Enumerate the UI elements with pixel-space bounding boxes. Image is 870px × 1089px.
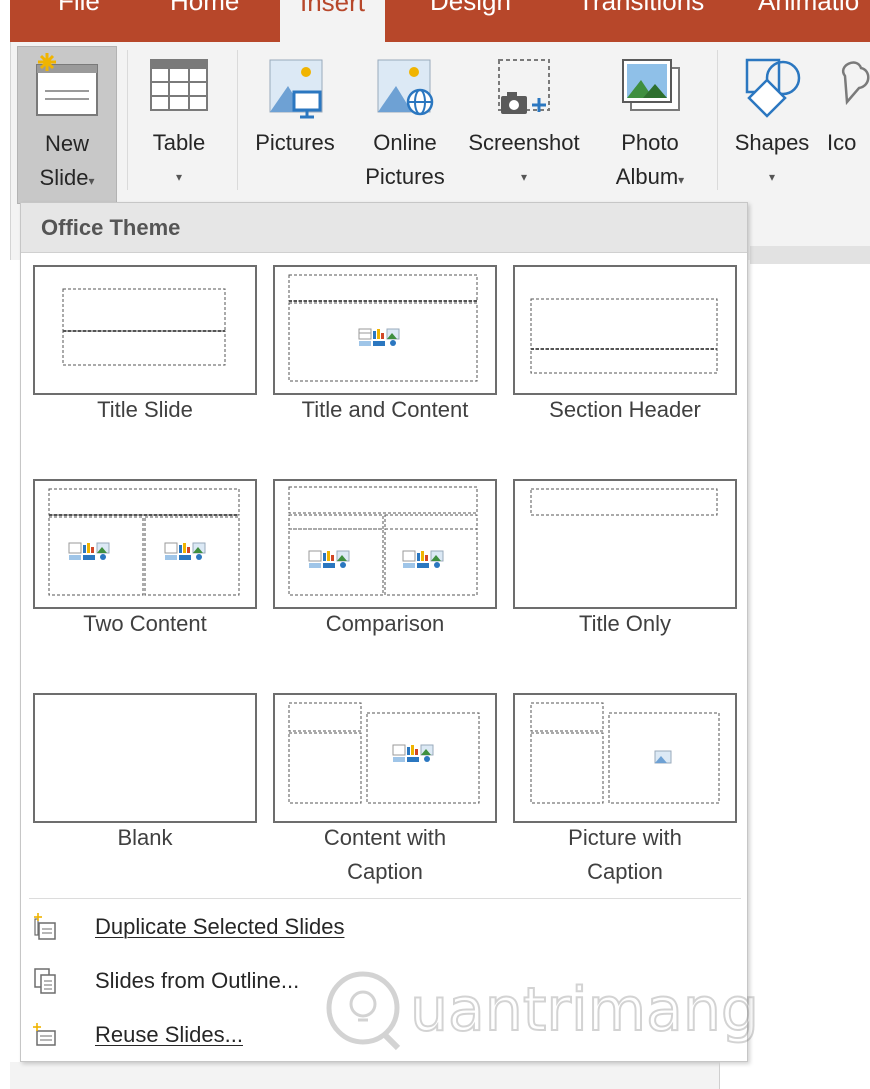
table-label: Table bbox=[152, 130, 206, 155]
tab-file[interactable]: File bbox=[58, 0, 100, 16]
ribbon-separator bbox=[127, 50, 128, 190]
layout-label: Title Only bbox=[578, 611, 672, 636]
two-content-layout-preview bbox=[48, 488, 240, 596]
pictures-button[interactable]: Pictures bbox=[243, 46, 347, 160]
shapes-label: Shapes bbox=[734, 130, 810, 155]
watermark-logo: uantrimang bbox=[326, 971, 760, 1051]
layout-thumbnail bbox=[513, 265, 737, 395]
tab-insert[interactable]: Insert bbox=[280, 0, 386, 42]
document-area-header bbox=[750, 246, 870, 264]
photo-album-label-line1: Photo bbox=[621, 130, 679, 155]
online-pictures-label-line2: Pictures bbox=[365, 164, 445, 189]
screenshot-icon bbox=[498, 59, 550, 114]
icons-label: Ico bbox=[827, 130, 857, 155]
gallery-footer-separator bbox=[29, 898, 741, 899]
tab-design[interactable]: Design bbox=[430, 0, 511, 16]
layout-thumbnail bbox=[273, 693, 497, 823]
layout-label: Two Content bbox=[83, 611, 207, 636]
document-divider bbox=[719, 1062, 720, 1089]
layout-label-line2: Caption bbox=[587, 859, 663, 884]
picture-with-caption-layout-preview bbox=[530, 702, 720, 804]
ribbon-tab-bar: File Home Insert Design Transitions Anim… bbox=[10, 0, 870, 42]
new-slide-label-line2: Slide bbox=[39, 165, 89, 190]
tab-home[interactable]: Home bbox=[170, 0, 239, 16]
shapes-dropdown-arrow: ▾ bbox=[768, 170, 776, 184]
content-with-caption-layout-preview bbox=[288, 702, 480, 804]
watermark-text: uantrimang bbox=[410, 975, 759, 1045]
screenshot-dropdown-arrow: ▾ bbox=[520, 170, 528, 184]
layout-label: Section Header bbox=[549, 397, 701, 422]
gallery-header-title: Office Theme bbox=[41, 215, 181, 240]
gallery-header: Office Theme bbox=[21, 203, 747, 253]
layout-label-line1: Picture with bbox=[568, 825, 682, 850]
photo-album-dropdown-arrow: ▾ bbox=[678, 173, 685, 187]
shapes-icon bbox=[745, 58, 801, 118]
comparison-layout-preview bbox=[288, 486, 478, 596]
new-slide-label-line1: New bbox=[44, 131, 89, 156]
slides-from-outline-icon bbox=[34, 968, 56, 994]
photo-album-button[interactable]: Photo Album▾ bbox=[597, 46, 703, 197]
new-slide-dropdown: Office Theme Title Slide Title and Conte… bbox=[20, 202, 748, 1062]
reuse-slides-label: Reuse Slides... bbox=[95, 1022, 243, 1047]
icons-icon bbox=[841, 61, 870, 106]
pictures-label: Pictures bbox=[255, 130, 335, 155]
table-button[interactable]: Table ▾ bbox=[139, 46, 219, 194]
layout-thumbnail bbox=[33, 265, 257, 395]
online-pictures-button[interactable]: Online Pictures bbox=[355, 46, 455, 194]
layout-label: Blank bbox=[117, 825, 173, 850]
layout-label: Title and Content bbox=[301, 397, 469, 422]
table-dropdown-arrow: ▾ bbox=[175, 170, 183, 184]
layout-thumbnail bbox=[33, 693, 257, 823]
layout-label-line1: Content with bbox=[323, 825, 447, 850]
pictures-icon bbox=[269, 59, 323, 119]
layout-label-line2: Caption bbox=[347, 859, 423, 884]
ribbon-bottom-strip bbox=[10, 1062, 720, 1089]
layout-thumbnail bbox=[273, 479, 497, 609]
photo-album-icon bbox=[622, 59, 680, 111]
online-pictures-icon bbox=[377, 59, 434, 116]
layout-thumbnail bbox=[513, 479, 737, 609]
title-slide-layout-preview bbox=[62, 288, 226, 366]
layout-thumbnail bbox=[33, 479, 257, 609]
layout-label: Title Slide bbox=[97, 397, 193, 422]
new-slide-dropdown-arrow: ▾ bbox=[88, 174, 95, 188]
layout-thumbnail bbox=[273, 265, 497, 395]
duplicate-slides-icon bbox=[34, 913, 56, 940]
tab-transitions[interactable]: Transitions bbox=[578, 0, 704, 16]
icons-button[interactable]: Ico bbox=[821, 46, 870, 160]
reuse-slides-icon bbox=[33, 1023, 56, 1046]
layout-thumbnail bbox=[513, 693, 737, 823]
online-pictures-label-line1: Online bbox=[373, 130, 437, 155]
screenshot-label: Screenshot bbox=[468, 130, 580, 155]
new-slide-icon bbox=[36, 53, 98, 116]
section-header-layout-preview bbox=[530, 298, 718, 374]
tab-animations[interactable]: Animatio bbox=[758, 0, 859, 16]
title-and-content-layout-preview bbox=[288, 274, 478, 382]
table-icon bbox=[150, 59, 208, 111]
duplicate-selected-slides-label: Duplicate Selected Slides bbox=[95, 914, 345, 939]
photo-album-label-line2: Album bbox=[615, 164, 679, 189]
ribbon-separator bbox=[717, 50, 718, 190]
title-only-layout-preview bbox=[530, 488, 718, 516]
new-slide-button[interactable]: New Slide▾ bbox=[17, 46, 117, 204]
layout-label: Comparison bbox=[325, 611, 445, 636]
tab-insert-label: Insert bbox=[300, 0, 366, 17]
ribbon-separator bbox=[237, 50, 238, 190]
shapes-button[interactable]: Shapes ▾ bbox=[727, 46, 817, 194]
slides-from-outline-label: Slides from Outline... bbox=[95, 968, 300, 993]
screenshot-button[interactable]: Screenshot ▾ bbox=[459, 46, 589, 194]
